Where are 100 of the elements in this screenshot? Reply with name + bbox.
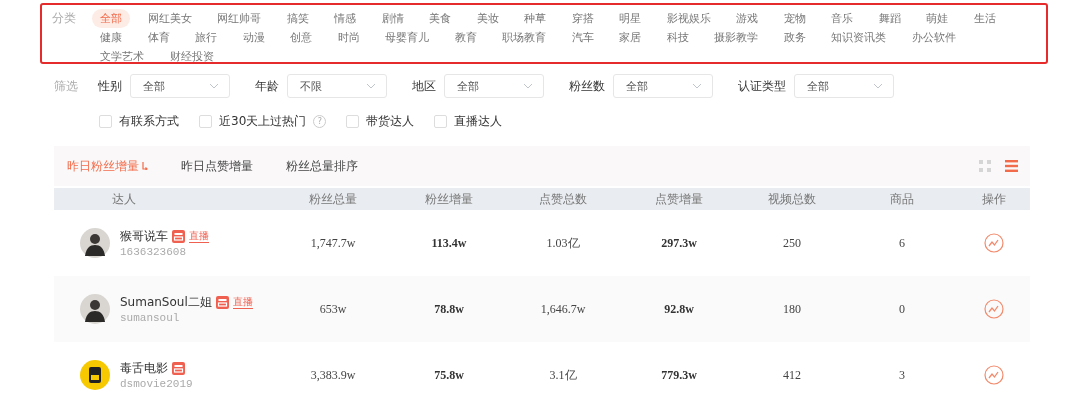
category-tag[interactable]: 剧情 (373, 9, 412, 28)
checkbox-label: 有联系方式 (119, 112, 179, 130)
creator-name[interactable]: 猴哥说车 (120, 228, 168, 245)
chevron-icon (692, 83, 702, 89)
sort-arrow-icon (142, 162, 148, 170)
column-header: 粉丝总量 (308, 190, 358, 208)
column-header: 商品 (889, 190, 915, 208)
column-header: 达人 (111, 190, 137, 208)
creator-id: sumansoul (120, 312, 181, 324)
category-tag[interactable]: 生活 (965, 9, 1004, 28)
trend-icon[interactable] (984, 299, 1004, 319)
table-cell-text: 3.1亿 (548, 366, 578, 384)
category-tag[interactable]: 办公软件 (903, 28, 964, 47)
category-tag[interactable]: 财经投资 (161, 47, 222, 66)
category-tag[interactable]: 美妆 (468, 9, 507, 28)
avatar (80, 228, 110, 258)
select-label: 认证类型 (738, 77, 786, 95)
checkbox[interactable] (434, 114, 448, 128)
creator-id: dsmovie2019 (120, 378, 193, 390)
checkbox-label: 直播达人 (454, 112, 503, 130)
category-tag[interactable]: 舞蹈 (870, 9, 909, 28)
select-label: 地区 (412, 77, 436, 95)
checkbox-label: 带货达人 (366, 112, 415, 130)
table-cell-text: 6 (898, 235, 906, 251)
avatar (80, 360, 110, 390)
select-label: 年龄 (255, 77, 279, 95)
category-tag[interactable]: 美食 (421, 9, 459, 28)
table-cell-text: 653w (318, 301, 348, 317)
table-cell-text: 75.8w (433, 367, 465, 383)
category-tag[interactable]: 动漫 (234, 28, 273, 47)
table-cell-text: 1,646.7w (539, 301, 587, 317)
dropdown[interactable]: 不限 (287, 74, 387, 98)
category-tag[interactable]: 网红美女 (139, 9, 200, 28)
sort-tab[interactable]: 昨日点赞增量 (181, 157, 253, 175)
category-tag[interactable]: 影视娱乐 (658, 9, 719, 28)
category-tag[interactable]: 汽车 (563, 28, 602, 47)
table-cell-text: 412 (782, 367, 802, 383)
category-tag[interactable]: 家居 (611, 28, 649, 47)
sort-tab[interactable]: 粉丝总量排序 (286, 157, 358, 175)
column-header: 粉丝增量 (424, 190, 474, 208)
creator-name[interactable]: 毒舌电影 (120, 360, 168, 377)
category-tag[interactable]: 明星 (611, 9, 649, 28)
column-header: 操作 (981, 190, 1007, 208)
grid-view-icon[interactable] (979, 160, 991, 172)
table-cell-text: 3 (898, 367, 906, 383)
checkbox-label: 近30天上过热门 (219, 112, 307, 130)
chevron-icon (523, 83, 533, 89)
table-cell-text: 297.3w (660, 235, 698, 251)
category-tag[interactable]: 搞笑 (278, 9, 317, 28)
dropdown[interactable]: 全部 (794, 74, 894, 98)
creator-id: 1636323608 (120, 246, 187, 258)
category-tag[interactable]: 旅行 (187, 28, 225, 47)
category-tag[interactable]: 宠物 (775, 9, 814, 28)
column-header: 点赞增量 (654, 190, 704, 208)
dropdown[interactable]: 全部 (613, 74, 713, 98)
category-tag[interactable]: 时尚 (329, 28, 368, 47)
category-tag[interactable]: 全部 (92, 9, 130, 28)
category-tag[interactable]: 体育 (139, 28, 178, 47)
list-view-icon[interactable] (1005, 160, 1018, 172)
category-tag[interactable]: 音乐 (823, 9, 861, 28)
category-tag[interactable]: 情感 (326, 9, 364, 28)
table-cell-text: 250 (782, 235, 802, 251)
trend-icon[interactable] (984, 365, 1004, 385)
table-cell-text: 1,747.7w (309, 235, 357, 251)
category-tag[interactable]: 知识资讯类 (823, 28, 894, 47)
table-cell-text: 113.4w (430, 235, 468, 251)
checkbox[interactable] (199, 114, 212, 128)
column-header: 视频总数 (767, 190, 817, 208)
live-badge: 直播 (189, 230, 209, 243)
category-tag[interactable]: 职场教育 (494, 28, 554, 47)
category-label: 分类 (52, 10, 77, 27)
dropdown[interactable]: 全部 (444, 74, 544, 98)
category-tag[interactable]: 网红帅哥 (209, 9, 269, 28)
table-cell-text: 1.03亿 (545, 234, 581, 252)
table-cell-text: 0 (898, 301, 906, 317)
category-tag[interactable]: 政务 (775, 28, 814, 47)
select-label: 粉丝数 (569, 77, 605, 95)
category-tag[interactable]: 文学艺术 (92, 47, 152, 66)
category-tag[interactable]: 教育 (446, 28, 485, 47)
category-tag[interactable]: 种草 (516, 9, 554, 28)
sort-tab[interactable]: 昨日粉丝增量 (67, 157, 148, 175)
checkbox[interactable] (346, 114, 360, 128)
category-tag[interactable]: 健康 (92, 28, 130, 47)
live-badge: 直播 (232, 296, 253, 309)
table-cell-text: 779.3w (660, 367, 698, 383)
dropdown[interactable]: 全部 (130, 74, 230, 98)
checkbox[interactable] (99, 114, 112, 128)
chevron-icon (873, 83, 883, 89)
category-tag[interactable]: 摄影教学 (706, 28, 766, 47)
category-tag[interactable]: 游戏 (728, 9, 766, 28)
chevron-icon (366, 83, 376, 89)
table-cell-text: 92.8w (663, 301, 695, 317)
category-tag[interactable]: 穿搭 (563, 9, 602, 28)
trend-icon[interactable] (984, 233, 1004, 253)
select-label: 性别 (98, 77, 122, 95)
category-tag[interactable]: 萌娃 (918, 9, 956, 28)
category-tag[interactable]: 母婴育儿 (377, 28, 437, 47)
category-tag[interactable]: 科技 (658, 28, 697, 47)
creator-name[interactable]: SumanSoul二姐 (120, 294, 212, 311)
category-tag[interactable]: 创意 (282, 28, 320, 47)
